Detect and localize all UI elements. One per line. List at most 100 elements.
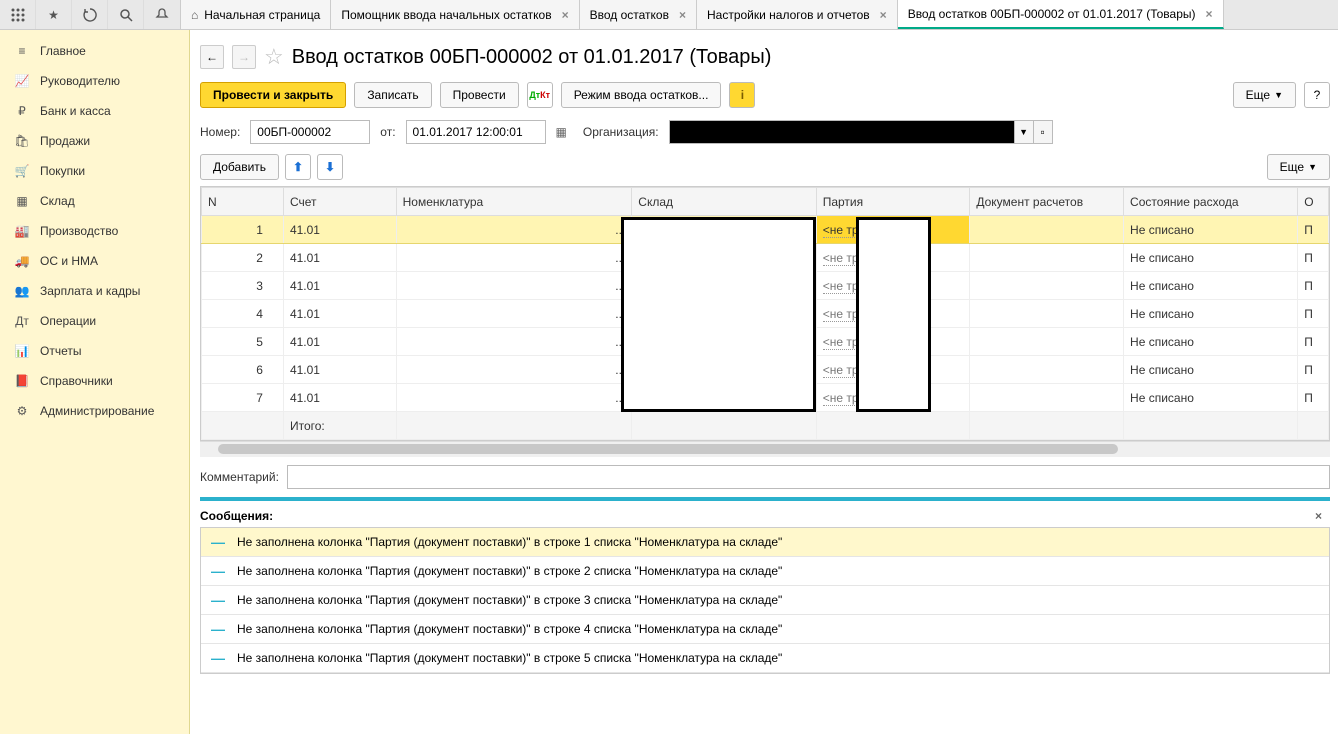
cell-o[interactable]: П: [1298, 272, 1329, 300]
cell-o[interactable]: П: [1298, 384, 1329, 412]
cell-nomenclature[interactable]: ...: [396, 384, 632, 412]
cell-n[interactable]: 2: [202, 244, 284, 272]
cell-nomenclature[interactable]: ...: [396, 300, 632, 328]
tab[interactable]: Настройки налогов и отчетов×: [697, 0, 898, 29]
col-o[interactable]: О: [1298, 188, 1329, 216]
cell-nomenclature[interactable]: ...: [396, 356, 632, 384]
favorite-star-icon[interactable]: ☆: [264, 44, 284, 70]
col-account[interactable]: Счет: [283, 188, 396, 216]
cell-nomenclature[interactable]: ...: [396, 216, 632, 244]
messages-close-icon[interactable]: ×: [1315, 509, 1322, 523]
tab[interactable]: Помощник ввода начальных остатков×: [331, 0, 579, 29]
tab[interactable]: Ввод остатков 00БП-000002 от 01.01.2017 …: [898, 0, 1224, 29]
apps-icon[interactable]: [0, 0, 36, 29]
date-input[interactable]: [406, 120, 546, 144]
help-button[interactable]: ?: [1304, 82, 1330, 108]
cell-o[interactable]: П: [1298, 244, 1329, 272]
cell-state[interactable]: Не списано: [1124, 356, 1298, 384]
sidebar-item[interactable]: ДтОперации: [0, 306, 189, 336]
sidebar-item[interactable]: ≡Главное: [0, 36, 189, 66]
info-button[interactable]: i: [729, 82, 755, 108]
cell-doc[interactable]: [970, 244, 1124, 272]
col-writeoff-state[interactable]: Состояние расхода: [1124, 188, 1298, 216]
move-down-button[interactable]: ⬇: [317, 154, 343, 180]
cell-doc[interactable]: [970, 272, 1124, 300]
tab-close-icon[interactable]: ×: [880, 8, 887, 22]
sidebar-item[interactable]: 🚚ОС и НМА: [0, 246, 189, 276]
col-nomenclature[interactable]: Номенклатура: [396, 188, 632, 216]
cell-doc[interactable]: [970, 300, 1124, 328]
nav-forward-button[interactable]: →: [232, 45, 256, 69]
sidebar-item[interactable]: 📕Справочники: [0, 366, 189, 396]
cell-state[interactable]: Не списано: [1124, 216, 1298, 244]
nav-back-button[interactable]: ←: [200, 45, 224, 69]
tab-close-icon[interactable]: ×: [562, 8, 569, 22]
cell-nomenclature[interactable]: ...: [396, 328, 632, 356]
cell-account[interactable]: 41.01: [283, 356, 396, 384]
number-input[interactable]: [250, 120, 370, 144]
move-up-button[interactable]: ⬆: [285, 154, 311, 180]
cell-o[interactable]: П: [1298, 328, 1329, 356]
post-button[interactable]: Провести: [440, 82, 519, 108]
save-button[interactable]: Записать: [354, 82, 431, 108]
message-item[interactable]: —Не заполнена колонка "Партия (документ …: [201, 586, 1329, 615]
cell-o[interactable]: П: [1298, 356, 1329, 384]
cell-n[interactable]: 6: [202, 356, 284, 384]
message-item[interactable]: —Не заполнена колонка "Партия (документ …: [201, 644, 1329, 673]
sidebar-item[interactable]: ⚙Администрирование: [0, 396, 189, 426]
horizontal-scrollbar[interactable]: [200, 441, 1330, 457]
message-item[interactable]: —Не заполнена колонка "Партия (документ …: [201, 528, 1329, 557]
sidebar-item[interactable]: ▦Склад: [0, 186, 189, 216]
cell-n[interactable]: 1: [202, 216, 284, 244]
org-input[interactable]: [669, 120, 1015, 144]
cell-account[interactable]: 41.01: [283, 300, 396, 328]
cell-account[interactable]: 41.01: [283, 216, 396, 244]
cell-state[interactable]: Не списано: [1124, 328, 1298, 356]
search-icon[interactable]: [108, 0, 144, 29]
org-dropdown-button[interactable]: ▼: [1014, 120, 1034, 144]
col-n[interactable]: N: [202, 188, 284, 216]
tab-close-icon[interactable]: ×: [679, 8, 686, 22]
sidebar-item[interactable]: 🏭Производство: [0, 216, 189, 246]
message-item[interactable]: —Не заполнена колонка "Партия (документ …: [201, 615, 1329, 644]
post-and-close-button[interactable]: Провести и закрыть: [200, 82, 346, 108]
cell-doc[interactable]: [970, 328, 1124, 356]
sidebar-item[interactable]: 🛍Продажи: [0, 126, 189, 156]
tab[interactable]: Ввод остатков×: [580, 0, 697, 29]
col-batch[interactable]: Партия: [816, 188, 970, 216]
sidebar-item[interactable]: ₽Банк и касса: [0, 96, 189, 126]
cell-n[interactable]: 5: [202, 328, 284, 356]
tab[interactable]: ⌂Начальная страница: [181, 0, 331, 29]
cell-o[interactable]: П: [1298, 300, 1329, 328]
sidebar-item[interactable]: 📊Отчеты: [0, 336, 189, 366]
sidebar-item[interactable]: 🛒Покупки: [0, 156, 189, 186]
bell-icon[interactable]: [144, 0, 180, 29]
table-more-button[interactable]: Еще ▼: [1267, 154, 1330, 180]
col-warehouse[interactable]: Склад: [632, 188, 816, 216]
cell-nomenclature[interactable]: ...: [396, 272, 632, 300]
cell-account[interactable]: 41.01: [283, 272, 396, 300]
org-open-button[interactable]: ▫: [1033, 120, 1053, 144]
message-item[interactable]: —Не заполнена колонка "Партия (документ …: [201, 557, 1329, 586]
comment-input[interactable]: [287, 465, 1330, 489]
cell-state[interactable]: Не списано: [1124, 244, 1298, 272]
cell-account[interactable]: 41.01: [283, 384, 396, 412]
cell-state[interactable]: Не списано: [1124, 384, 1298, 412]
cell-account[interactable]: 41.01: [283, 244, 396, 272]
cell-n[interactable]: 3: [202, 272, 284, 300]
cell-n[interactable]: 7: [202, 384, 284, 412]
history-icon[interactable]: [72, 0, 108, 29]
sidebar-item[interactable]: 📈Руководителю: [0, 66, 189, 96]
star-icon[interactable]: ★: [36, 0, 72, 29]
more-button[interactable]: Еще ▼: [1233, 82, 1296, 108]
cell-doc[interactable]: [970, 216, 1124, 244]
entry-mode-button[interactable]: Режим ввода остатков...: [561, 82, 722, 108]
cell-n[interactable]: 4: [202, 300, 284, 328]
cell-o[interactable]: П: [1298, 216, 1329, 244]
cell-doc[interactable]: [970, 384, 1124, 412]
col-settlement-doc[interactable]: Документ расчетов: [970, 188, 1124, 216]
cell-state[interactable]: Не списано: [1124, 300, 1298, 328]
sidebar-item[interactable]: 👥Зарплата и кадры: [0, 276, 189, 306]
calendar-icon[interactable]: ▦: [556, 125, 567, 139]
add-row-button[interactable]: Добавить: [200, 154, 279, 180]
